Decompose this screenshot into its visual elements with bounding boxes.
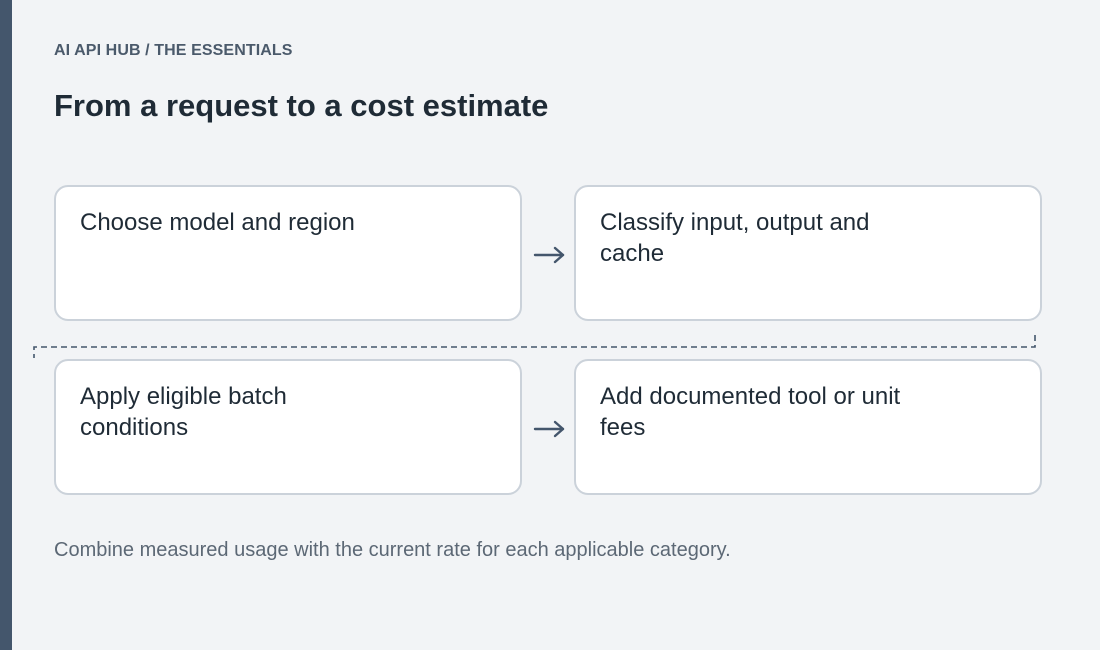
step-card-3: Apply eligible batch conditions (54, 359, 522, 495)
step-card-4: Add documented tool or unit fees (574, 359, 1042, 495)
step-label-2: Classify input, output and cache (600, 209, 870, 267)
page-title: From a request to a cost estimate (54, 88, 549, 123)
right-arrow-icon (533, 420, 565, 438)
breadcrumb: AI API HUB / THE ESSENTIALS (54, 42, 293, 59)
step-label-4: Add documented tool or unit fees (600, 383, 901, 441)
caption-text: Combine measured usage with the current … (54, 539, 731, 561)
step-label-1: Choose model and region (80, 209, 355, 236)
dashed-row-connector (33, 335, 1036, 358)
right-arrow-icon (533, 246, 565, 264)
step-label-3: Apply eligible batch conditions (80, 383, 287, 441)
step-card-1: Choose model and region (54, 185, 522, 321)
accent-bar (0, 0, 12, 650)
step-card-2: Classify input, output and cache (574, 185, 1042, 321)
